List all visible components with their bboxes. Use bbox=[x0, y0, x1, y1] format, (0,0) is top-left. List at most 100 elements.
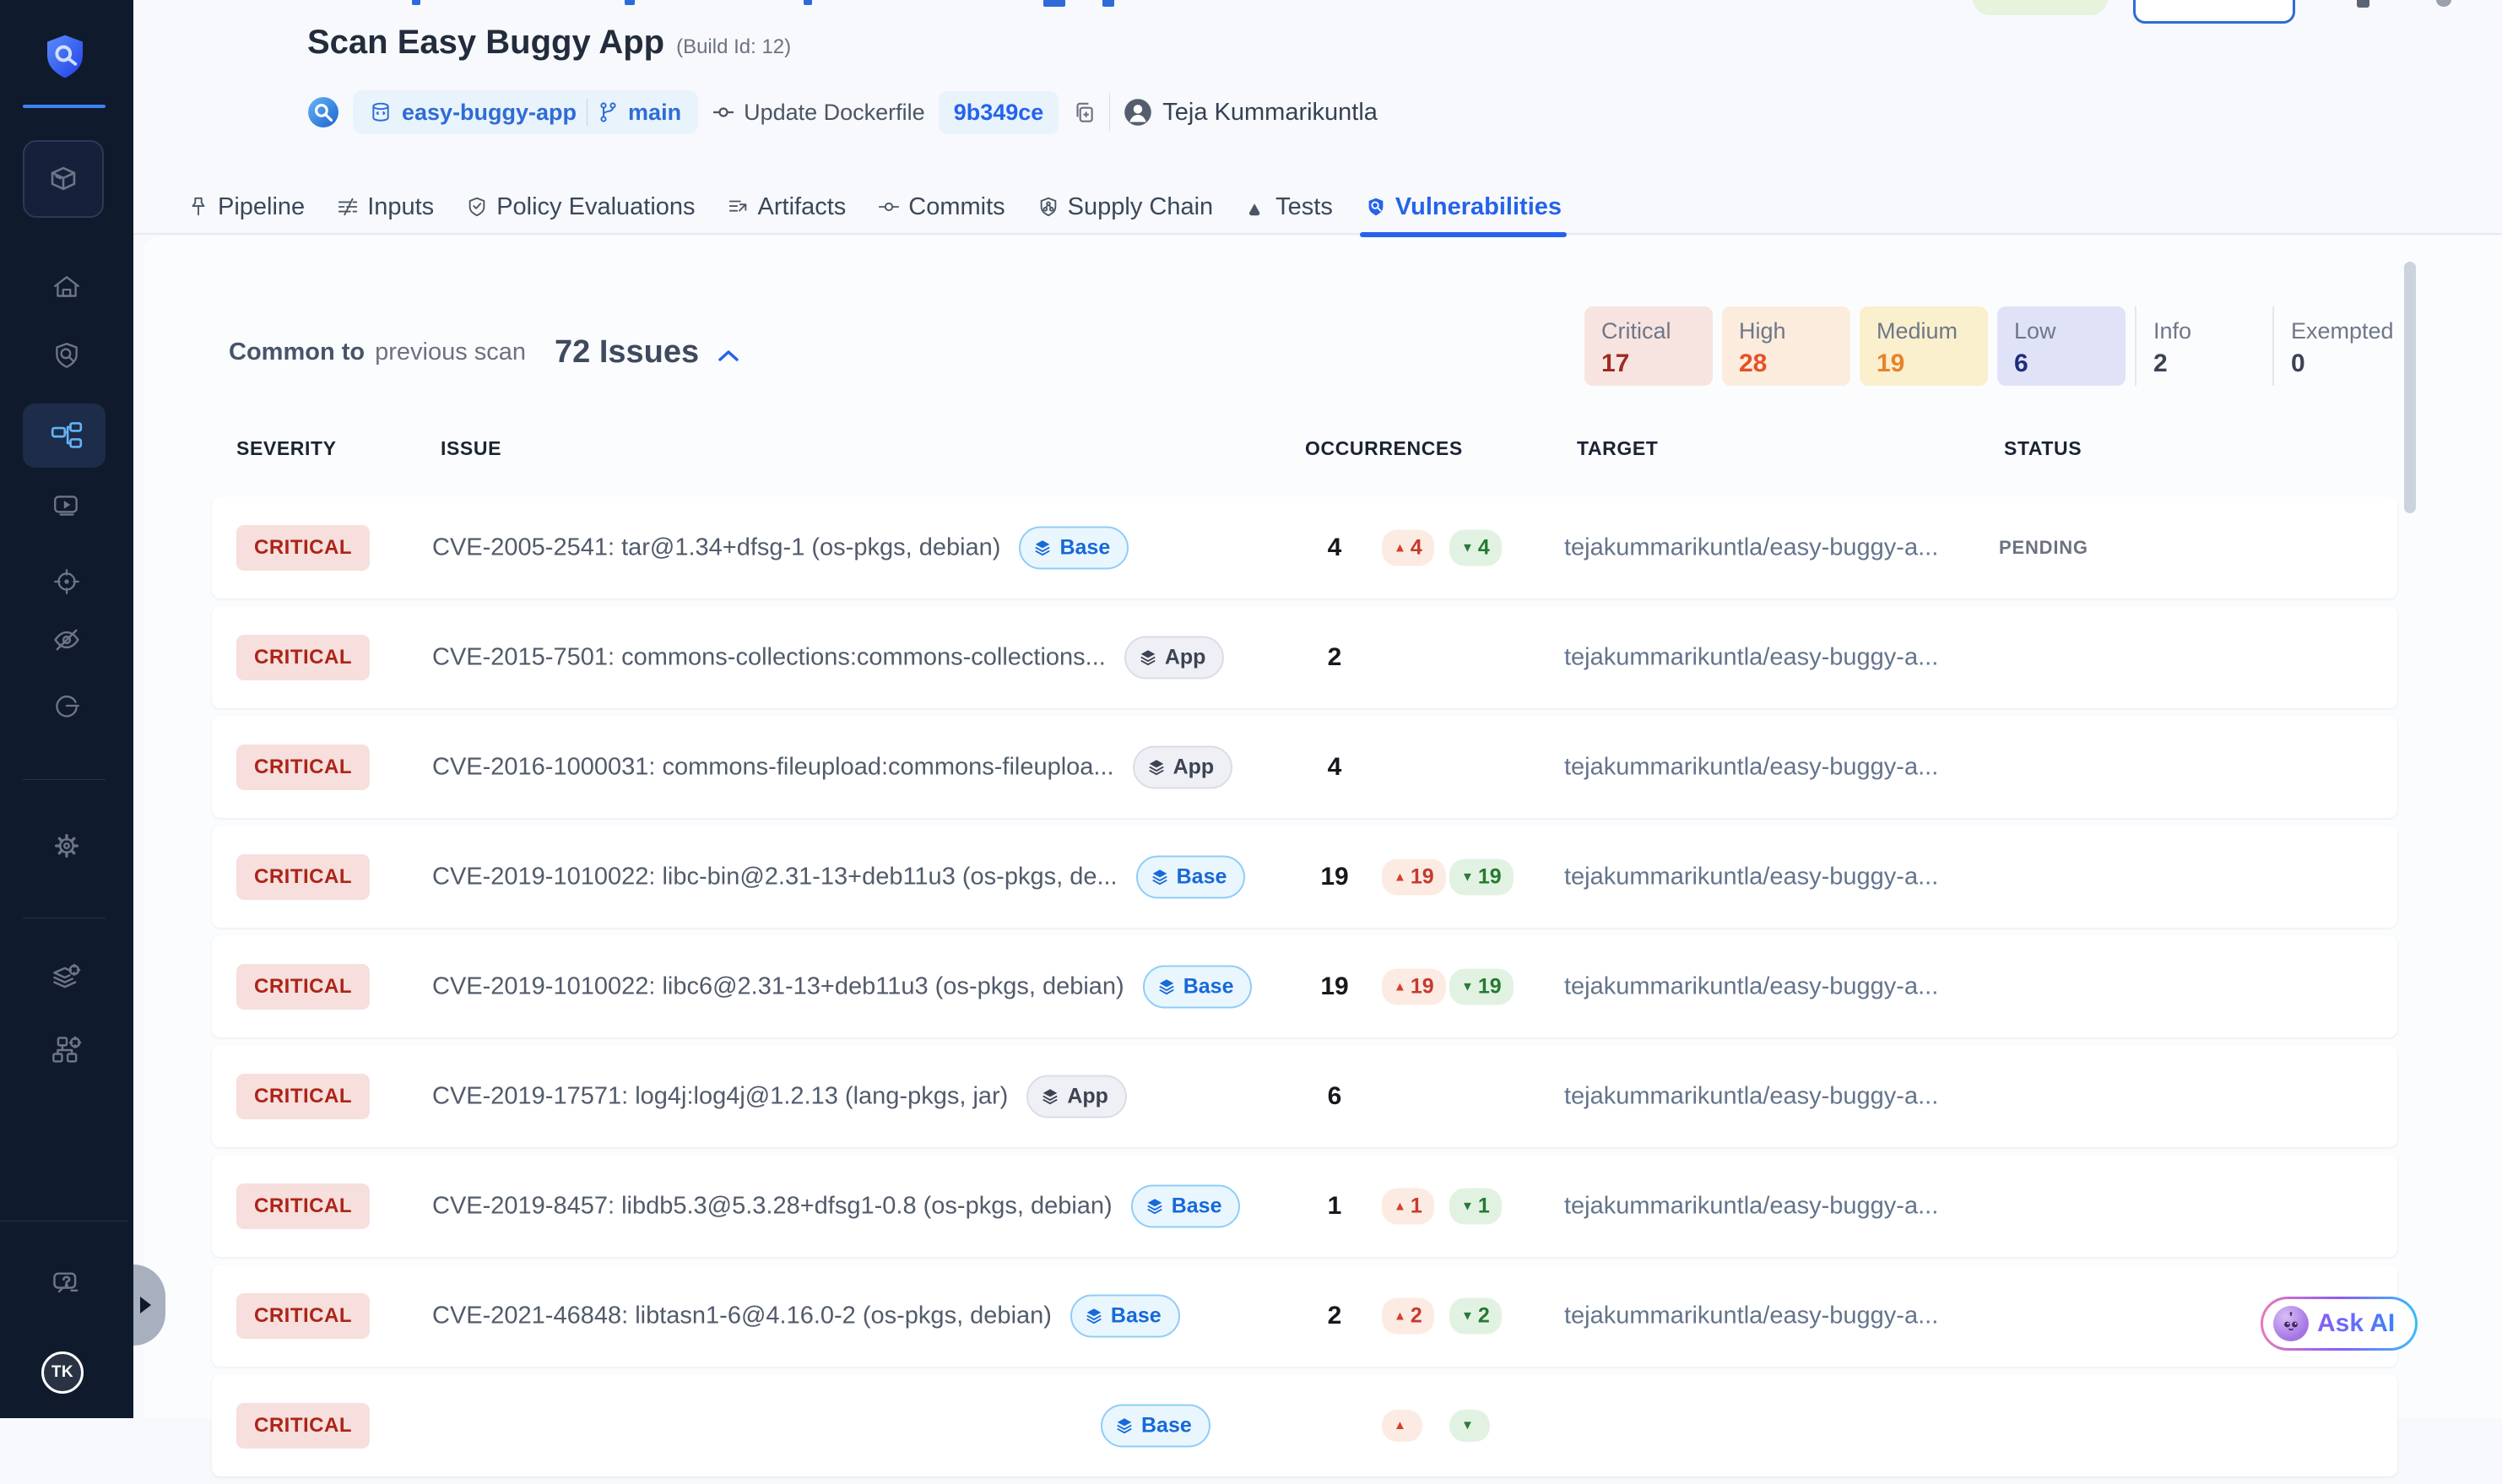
issue-title[interactable]: CVE-2016-1000031: commons-fileupload:com… bbox=[432, 753, 1114, 781]
table-row[interactable]: CRITICAL CVE-2019-17571: log4j:log4j@1.2… bbox=[212, 1045, 2397, 1147]
home-icon bbox=[51, 273, 82, 303]
tab-inputs[interactable]: Inputs bbox=[337, 180, 434, 234]
table-row-partial[interactable]: CRITICAL Base ▲ ▼ bbox=[212, 1374, 2397, 1476]
sidebar-item-targets[interactable] bbox=[0, 566, 133, 597]
tab-policy-evaluations[interactable]: Policy Evaluations bbox=[466, 180, 695, 234]
target-name[interactable]: tejakummarikuntla/easy-buggy-a... bbox=[1564, 533, 1938, 561]
gear-icon bbox=[51, 830, 83, 862]
col-header-occurrences: OCCURRENCES bbox=[1305, 437, 1463, 460]
layers-icon bbox=[1041, 1087, 1059, 1106]
repo-branch-chip[interactable]: easy-buggy-app main bbox=[353, 90, 698, 134]
severity-chip-low[interactable]: Low 6 bbox=[1997, 306, 2126, 386]
triangle-up-icon: ▲ bbox=[1394, 1199, 1406, 1213]
issue-title[interactable]: CVE-2021-46848: libtasn1-6@4.16.0-2 (os-… bbox=[432, 1302, 1052, 1330]
tab-vulnerabilities[interactable]: Vulnerabilities bbox=[1365, 180, 1562, 234]
tab-pipeline[interactable]: Pipeline bbox=[187, 180, 305, 234]
sidebar-item-workspace[interactable] bbox=[23, 140, 104, 218]
robot-face-icon bbox=[2273, 1306, 2309, 1341]
author: Teja Kummarikuntla bbox=[1124, 98, 1378, 127]
target-name[interactable]: tejakummarikuntla/easy-buggy-a... bbox=[1564, 863, 1938, 891]
occurrences-count: 2 bbox=[1297, 1302, 1373, 1330]
sidebar-item-help-chat[interactable] bbox=[0, 1268, 133, 1300]
scan-diff-summary[interactable]: Common to previous scan 72 Issues bbox=[229, 334, 739, 371]
scope-label: previous scan bbox=[375, 339, 526, 366]
tab-label: Artifacts bbox=[758, 193, 847, 221]
issue-title[interactable]: CVE-2019-17571: log4j:log4j@1.2.13 (lang… bbox=[432, 1082, 1008, 1110]
tab-label: Policy Evaluations bbox=[496, 193, 695, 221]
table-row[interactable]: CRITICAL CVE-2019-1010022: libc-bin@2.31… bbox=[212, 826, 2397, 928]
tab-label: Commits bbox=[908, 193, 1005, 221]
chat-question-icon bbox=[51, 1268, 83, 1300]
sidebar-item-layers-config[interactable] bbox=[0, 961, 133, 994]
triangle-up-icon: ▲ bbox=[1394, 979, 1406, 994]
severity-chip-medium[interactable]: Medium 19 bbox=[1860, 306, 1988, 386]
issue-title[interactable]: CVE-2019-1010022: libc-bin@2.31-13+deb11… bbox=[432, 863, 1118, 891]
tab-commits[interactable]: Commits bbox=[878, 180, 1005, 234]
severity-count: 28 bbox=[1739, 349, 1850, 378]
user-avatar[interactable]: TK bbox=[41, 1351, 84, 1394]
delta-down-badge: ▼19 bbox=[1449, 858, 1514, 895]
table-row[interactable]: CRITICAL CVE-2021-46848: libtasn1-6@4.16… bbox=[212, 1265, 2397, 1367]
sidebar-item-integrations[interactable] bbox=[0, 1034, 133, 1066]
git-branch-icon bbox=[598, 101, 618, 123]
table-row[interactable]: CRITICAL CVE-2015-7501: commons-collecti… bbox=[212, 606, 2397, 708]
sidebar-item-runs[interactable] bbox=[0, 490, 133, 521]
table-row[interactable]: CRITICAL CVE-2016-1000031: commons-fileu… bbox=[212, 716, 2397, 818]
tab-supply-chain[interactable]: Supply Chain bbox=[1037, 180, 1214, 234]
severity-chip-exempted[interactable]: Exempted 0 bbox=[2272, 306, 2401, 386]
issue-title[interactable]: CVE-2015-7501: commons-collections:commo… bbox=[432, 643, 1106, 671]
chevron-up-icon[interactable] bbox=[718, 348, 739, 363]
layer-pill: Base bbox=[1019, 526, 1129, 569]
vulnerabilities-panel: Common to previous scan 72 Issues Critic… bbox=[144, 236, 2502, 1418]
target-name[interactable]: tejakummarikuntla/easy-buggy-a... bbox=[1564, 1082, 1938, 1110]
sidebar-item-sessions[interactable] bbox=[0, 691, 133, 721]
tab-artifacts[interactable]: Artifacts bbox=[728, 180, 847, 234]
layer-label: Base bbox=[1177, 864, 1227, 889]
target-name[interactable]: tejakummarikuntla/easy-buggy-a... bbox=[1564, 643, 1938, 671]
cutoff-breadcrumb-fragment bbox=[1043, 0, 1065, 7]
sidebar-item-pipelines[interactable] bbox=[0, 420, 133, 452]
triangle-down-icon: ▼ bbox=[1461, 1199, 1474, 1213]
layer-pill: App bbox=[1026, 1075, 1127, 1118]
issue-title[interactable]: CVE-2019-1010022: libc6@2.31-13+deb11u3 … bbox=[432, 972, 1124, 1000]
sitemap-gear-icon bbox=[51, 1034, 83, 1066]
issue-cell: CVE-2015-7501: commons-collections:commo… bbox=[432, 636, 1224, 679]
target-name[interactable]: tejakummarikuntla/easy-buggy-a... bbox=[1564, 1302, 1938, 1330]
power-icon bbox=[51, 691, 82, 721]
cutoff-primary-button[interactable] bbox=[2133, 0, 2295, 24]
table-row[interactable]: CRITICAL CVE-2005-2541: tar@1.34+dfsg-1 … bbox=[212, 496, 2397, 598]
sidebar-item-settings[interactable] bbox=[0, 830, 133, 862]
ask-ai-button[interactable]: Ask AI bbox=[2261, 1297, 2418, 1351]
layers-icon bbox=[1085, 1307, 1103, 1325]
severity-badge: CRITICAL bbox=[236, 1074, 370, 1119]
user-icon bbox=[1124, 98, 1152, 127]
commit-message[interactable]: Update Dockerfile bbox=[712, 100, 925, 126]
severity-badge: CRITICAL bbox=[236, 1293, 370, 1339]
sidebar-item-hidden-findings[interactable] bbox=[0, 624, 133, 656]
severity-chip-info[interactable]: Info 2 bbox=[2135, 306, 2263, 386]
target-name[interactable]: tejakummarikuntla/easy-buggy-a... bbox=[1564, 1192, 1938, 1220]
target-name[interactable]: tejakummarikuntla/easy-buggy-a... bbox=[1564, 753, 1938, 781]
cutoff-toolbar-icon bbox=[2357, 0, 2369, 8]
commit-hash-chip[interactable]: 9b349ce bbox=[939, 91, 1059, 134]
triangle-down-icon: ▼ bbox=[1461, 869, 1474, 884]
table-row[interactable]: CRITICAL CVE-2019-8457: libdb5.3@5.3.28+… bbox=[212, 1155, 2397, 1257]
issue-title[interactable]: CVE-2019-8457: libdb5.3@5.3.28+dfsg1-0.8… bbox=[432, 1192, 1113, 1220]
occurrences-count: 2 bbox=[1297, 643, 1373, 672]
scrollbar-thumb[interactable] bbox=[2404, 262, 2416, 513]
delta-down-badge: ▼2 bbox=[1449, 1297, 1502, 1334]
copy-icon[interactable] bbox=[1072, 100, 1096, 125]
triangle-up-icon: ▲ bbox=[1394, 540, 1406, 555]
severity-badge: CRITICAL bbox=[236, 854, 370, 900]
severity-chip-high[interactable]: High 28 bbox=[1722, 306, 1850, 386]
triangle-down-icon: ▼ bbox=[1461, 979, 1474, 994]
target-name[interactable]: tejakummarikuntla/easy-buggy-a... bbox=[1564, 972, 1938, 1000]
table-row[interactable]: CRITICAL CVE-2019-1010022: libc6@2.31-13… bbox=[212, 935, 2397, 1037]
severity-chip-critical[interactable]: Critical 17 bbox=[1584, 306, 1713, 386]
issue-title[interactable]: CVE-2005-2541: tar@1.34+dfsg-1 (os-pkgs,… bbox=[432, 533, 1000, 561]
app-logo-icon[interactable] bbox=[41, 32, 89, 81]
triangle-up-icon: ▲ bbox=[1394, 869, 1406, 884]
tab-tests[interactable]: Tests bbox=[1245, 180, 1333, 234]
sidebar-item-home[interactable] bbox=[0, 273, 133, 303]
sidebar-item-scans[interactable] bbox=[0, 340, 133, 371]
